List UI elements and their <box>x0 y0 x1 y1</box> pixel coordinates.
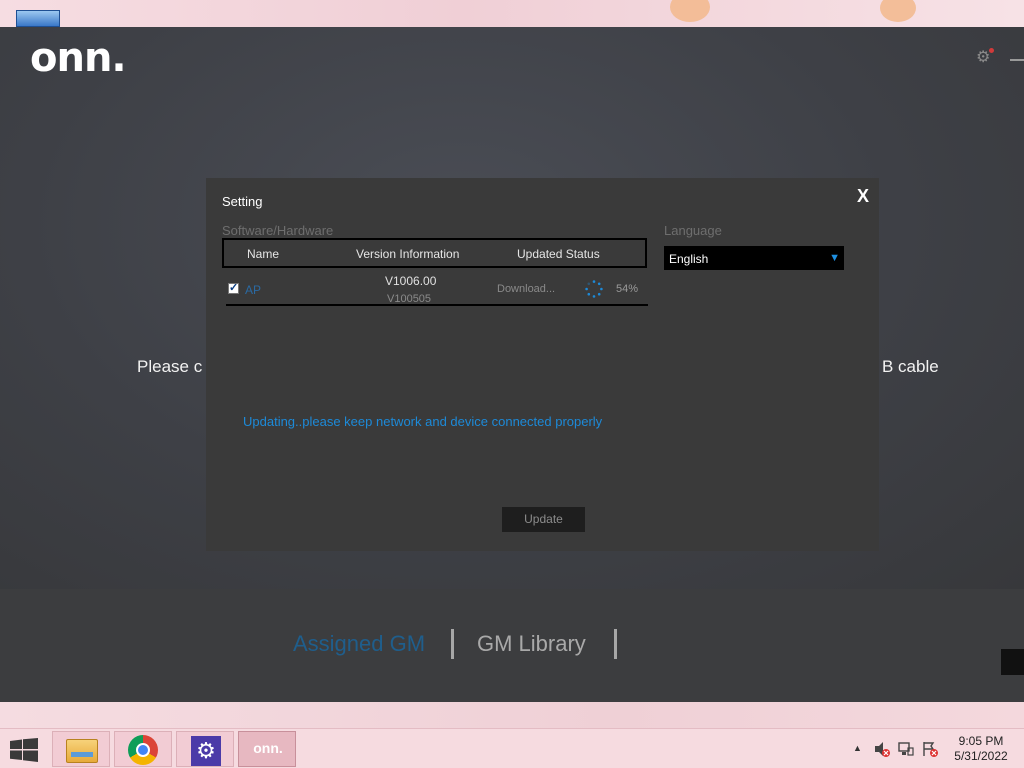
column-header-status: Updated Status <box>517 247 600 261</box>
taskbar-file-explorer[interactable] <box>52 731 110 767</box>
show-hidden-icons-chevron-icon[interactable]: ▲ <box>853 743 862 753</box>
column-header-version: Version Information <box>356 247 460 261</box>
onn-app-window: onn. ⚙ Please c B cable Setting Software… <box>0 27 1024 702</box>
bottom-right-button[interactable] <box>1001 649 1024 675</box>
windows-start-icon[interactable] <box>10 738 38 762</box>
clock-time: 9:05 PM <box>958 734 1004 748</box>
table-row: ✓ AP V1006.00 V100505 Download... 54% <box>226 268 648 306</box>
connect-prompt-left: Please c <box>137 357 203 376</box>
language-select[interactable]: English ▼ <box>664 246 844 270</box>
software-hardware-label: Software/Hardware <box>222 223 334 238</box>
row-new-version: V1006.00 <box>385 274 437 288</box>
dropdown-arrow-icon: ▼ <box>829 252 840 264</box>
row-progress-percent: 54% <box>616 283 639 295</box>
dialog-close-button[interactable]: X <box>857 186 869 207</box>
notification-dot <box>989 48 994 53</box>
update-button[interactable]: Update <box>502 507 585 532</box>
tab-assigned-gm[interactable]: Assigned GM <box>293 631 425 657</box>
row-current-version: V100505 <box>387 293 432 305</box>
folder-icon <box>66 739 98 763</box>
action-center-flag-icon[interactable] <box>921 740 939 758</box>
tab-divider <box>614 629 617 659</box>
chrome-icon <box>128 735 158 765</box>
software-table-header: Name Version Information Updated Status <box>222 238 647 268</box>
settings-dialog: Setting Software/Hardware Language Name … <box>206 178 879 551</box>
volume-muted-icon[interactable] <box>873 740 891 758</box>
column-header-name: Name <box>247 247 280 261</box>
connect-prompt-right: B cable <box>882 357 939 376</box>
app-main-area: onn. ⚙ Please c B cable Setting Software… <box>0 27 1024 589</box>
row-name[interactable]: AP <box>245 283 261 297</box>
language-label: Language <box>664 223 722 238</box>
loading-spinner-icon <box>585 280 603 298</box>
row-checkbox[interactable]: ✓ <box>228 283 239 294</box>
dialog-title: Setting <box>222 194 263 209</box>
gear-icon: ⚙ <box>191 736 221 766</box>
language-selected-value: English <box>669 252 709 266</box>
desktop-wallpaper-bottom <box>0 702 1024 728</box>
taskbar: ⚙ onn. ▲ 9:05 PM 5/31/2022 <box>0 728 1024 768</box>
tab-divider <box>451 629 454 659</box>
taskbar-chrome[interactable] <box>114 731 172 767</box>
taskbar-settings[interactable]: ⚙ <box>176 731 234 767</box>
minimize-button[interactable] <box>1010 59 1024 61</box>
app-bottom-bar: Assigned GM GM Library <box>0 589 1024 702</box>
onn-logo: onn. <box>30 35 127 81</box>
wallpaper-petal <box>880 0 916 22</box>
clock-date: 5/31/2022 <box>954 749 1008 763</box>
network-icon[interactable] <box>897 740 915 758</box>
taskbar-onn-app[interactable]: onn. <box>238 731 296 767</box>
update-status-message: Updating..please keep network and device… <box>243 414 603 429</box>
taskbar-clock[interactable]: 9:05 PM 5/31/2022 <box>950 734 1012 764</box>
wallpaper-petal <box>670 0 710 22</box>
onn-app-label: onn. <box>253 740 283 756</box>
row-status: Download... <box>497 283 556 295</box>
desktop-computer-icon[interactable] <box>16 10 60 27</box>
tab-gm-library[interactable]: GM Library <box>477 631 586 657</box>
desktop-wallpaper-top <box>0 0 1024 27</box>
